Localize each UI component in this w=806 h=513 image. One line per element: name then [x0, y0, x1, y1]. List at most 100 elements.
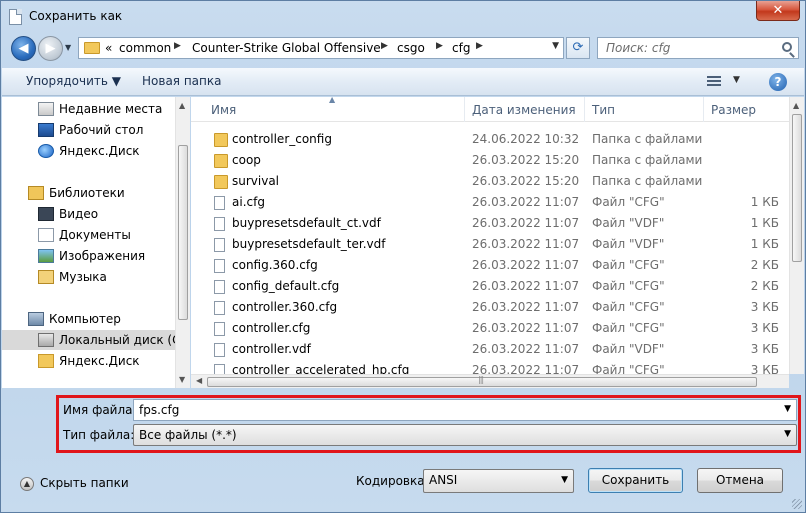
breadcrumb-cfg[interactable]: cfg	[452, 41, 470, 55]
sidebar-item-label: Изображения	[59, 249, 146, 263]
file-row[interactable]: survival 26.03.2022 15:20 Папка с файлам…	[191, 171, 789, 192]
chevron-down-icon[interactable]: ▼	[552, 41, 559, 51]
forward-button[interactable]: ▶	[38, 36, 63, 61]
recent-places-icon	[38, 102, 54, 116]
local-disk-icon	[38, 333, 54, 347]
file-row[interactable]: controller_accelerated_hp.cfg 26.03.2022…	[191, 360, 789, 374]
sidebar-scrollbar[interactable]: ▲ ▼	[175, 97, 190, 388]
sidebar-item-documents[interactable]: Документы	[2, 225, 176, 245]
file-list-vertical-scrollbar[interactable]: ▲	[789, 97, 804, 374]
breadcrumb-csgo[interactable]: csgo	[397, 41, 425, 55]
window-title: Сохранить как	[29, 9, 123, 23]
file-row[interactable]: config.360.cfg 26.03.2022 11:07 Файл "CF…	[191, 255, 789, 276]
documents-icon	[38, 228, 54, 242]
file-row[interactable]: ai.cfg 26.03.2022 11:07 Файл "CFG" 1 КБ	[191, 192, 789, 213]
scrollbar-thumb[interactable]	[792, 114, 802, 262]
collapse-up-icon[interactable]: ▲	[20, 477, 34, 491]
breadcrumb-csgo-root[interactable]: Counter-Strike Global Offensive	[192, 41, 381, 55]
sidebar-item-yandex-folder[interactable]: Яндекс.Диск	[2, 351, 176, 371]
chevron-right-icon[interactable]: ▶	[476, 41, 483, 51]
column-divider[interactable]	[703, 97, 704, 122]
file-row[interactable]: buypresetsdefault_ct.vdf 26.03.2022 11:0…	[191, 213, 789, 234]
cancel-button[interactable]: Отмена	[697, 468, 783, 493]
file-row[interactable]: controller.vdf 26.03.2022 11:07 Файл "VD…	[191, 339, 789, 360]
filetype-select[interactable]: Все файлы (*.*) ▼	[133, 424, 797, 446]
new-folder-button[interactable]: Новая папка	[142, 74, 221, 88]
file-row[interactable]: coop 26.03.2022 15:20 Папка с файлами	[191, 150, 789, 171]
file-type: Файл "CFG"	[592, 300, 665, 314]
hide-folders-button[interactable]: Скрыть папки	[40, 476, 129, 490]
chevron-down-icon[interactable]: ▼	[561, 475, 568, 485]
file-size: 3 КБ	[750, 321, 779, 335]
scroll-up-icon[interactable]: ▲	[179, 101, 185, 110]
chevron-down-icon[interactable]: ▼	[733, 75, 740, 85]
search-input[interactable]: Поиск: cfg	[597, 37, 799, 59]
title-bar: Сохранить как ✕	[1, 1, 805, 33]
back-button[interactable]: ◀	[11, 36, 36, 61]
address-overflow[interactable]: «	[105, 41, 112, 55]
scroll-up-icon[interactable]: ▲	[793, 101, 799, 110]
breadcrumb-common[interactable]: common	[119, 41, 171, 55]
images-icon	[38, 249, 54, 263]
file-date: 26.03.2022 11:07	[472, 342, 580, 356]
file-row[interactable]: config_default.cfg 26.03.2022 11:07 Файл…	[191, 276, 789, 297]
sidebar-item-local-disk[interactable]: Локальный диск (C:)	[2, 330, 189, 350]
scroll-down-icon[interactable]: ▼	[179, 375, 185, 384]
navigation-pane[interactable]: Недавние места Рабочий стол Яндекс.Диск …	[2, 97, 190, 388]
column-divider[interactable]	[584, 97, 585, 122]
column-date[interactable]: Дата изменения	[472, 103, 576, 117]
file-size: 2 КБ	[750, 279, 779, 293]
chevron-right-icon[interactable]: ▶	[381, 41, 388, 51]
yandex-disk-icon	[38, 144, 54, 158]
resize-grip-icon[interactable]	[792, 499, 802, 509]
address-bar[interactable]: « common ▶ Counter-Strike Global Offensi…	[78, 37, 564, 59]
sidebar-item-libraries[interactable]: Библиотеки	[2, 183, 176, 203]
sidebar-item-recent[interactable]: Недавние места	[2, 99, 176, 119]
scrollbar-thumb[interactable]	[178, 145, 188, 320]
file-row[interactable]: buypresetsdefault_ter.vdf 26.03.2022 11:…	[191, 234, 789, 255]
file-type: Папка с файлами	[592, 174, 703, 188]
file-name: buypresetsdefault_ct.vdf	[232, 216, 381, 230]
save-button[interactable]: Сохранить	[588, 468, 683, 493]
file-row[interactable]: controller_config 24.06.2022 10:32 Папка…	[191, 129, 789, 150]
views-icon[interactable]	[707, 76, 721, 88]
encoding-select[interactable]: ANSI ▼	[423, 469, 574, 493]
sidebar-item-label: Документы	[59, 228, 131, 242]
file-row[interactable]: controller.cfg 26.03.2022 11:07 Файл "CF…	[191, 318, 789, 339]
sidebar-item-desktop[interactable]: Рабочий стол	[2, 120, 176, 140]
sidebar-item-images[interactable]: Изображения	[2, 246, 176, 266]
sidebar-item-music[interactable]: Музыка	[2, 267, 176, 287]
refresh-button[interactable]: ⟳	[566, 37, 590, 59]
chevron-down-icon[interactable]: ▼	[784, 429, 791, 439]
file-date: 26.03.2022 11:07	[472, 321, 580, 335]
file-list-horizontal-scrollbar[interactable]: ◀ |||	[191, 374, 789, 388]
column-size[interactable]: Размер	[711, 103, 756, 117]
file-type: Файл "CFG"	[592, 321, 665, 335]
chevron-down-icon[interactable]: ▼	[784, 404, 791, 414]
chevron-right-icon[interactable]: ▶	[436, 41, 443, 51]
sidebar-item-label: Недавние места	[59, 102, 163, 116]
column-type[interactable]: Тип	[592, 103, 615, 117]
document-icon	[9, 9, 22, 25]
file-name: coop	[232, 153, 261, 167]
recent-pages-dropdown[interactable]: ▼	[65, 43, 71, 52]
file-type: Файл "CFG"	[592, 195, 665, 209]
file-type: Файл "CFG"	[592, 363, 665, 374]
file-date: 26.03.2022 11:07	[472, 237, 580, 251]
column-divider[interactable]	[464, 97, 465, 122]
scroll-left-icon[interactable]: ◀	[196, 376, 202, 385]
filename-input[interactable]: fps.cfg ▼	[133, 399, 797, 421]
organize-button[interactable]: Упорядочить ▼	[26, 74, 121, 88]
sidebar-item-yandex-disk[interactable]: Яндекс.Диск	[2, 141, 176, 161]
file-list[interactable]: ▲ Имя Дата изменения Тип Размер controll…	[191, 97, 789, 374]
close-button[interactable]: ✕	[756, 1, 800, 21]
sidebar-item-computer[interactable]: Компьютер	[2, 309, 176, 329]
column-name[interactable]: Имя	[211, 103, 236, 117]
file-date: 26.03.2022 11:07	[472, 300, 580, 314]
file-row[interactable]: controller.360.cfg 26.03.2022 11:07 Файл…	[191, 297, 789, 318]
sidebar-item-video[interactable]: Видео	[2, 204, 176, 224]
chevron-right-icon[interactable]: ▶	[174, 41, 181, 51]
file-name: controller.cfg	[232, 321, 311, 335]
help-icon[interactable]: ?	[769, 73, 787, 91]
file-icon	[214, 238, 225, 252]
